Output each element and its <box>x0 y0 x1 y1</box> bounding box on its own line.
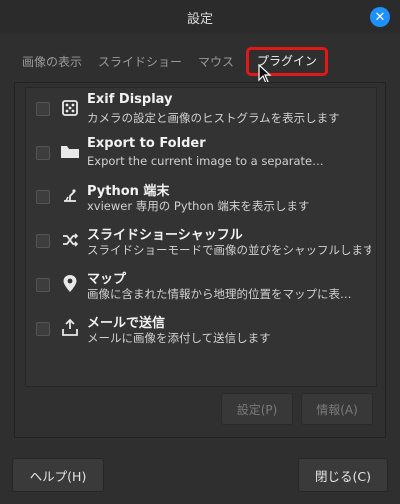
send-mail-icon <box>58 316 82 340</box>
plugin-info-button[interactable]: 情報(A) <box>301 393 373 425</box>
shuffle-icon <box>58 228 82 252</box>
plugin-checkbox[interactable] <box>36 234 50 248</box>
window-title: 設定 <box>186 11 213 27</box>
plugin-description: スライドショーモードで画像の並びをシャッフルします <box>87 243 371 257</box>
plugin-description: Export the current image to a separate… <box>87 154 324 168</box>
plugin-checkbox[interactable] <box>36 322 50 336</box>
plugin-checkbox[interactable] <box>36 190 50 204</box>
plugin-settings-button[interactable]: 設定(P) <box>221 393 293 425</box>
plugin-item-python[interactable]: Python 端末 xviewer 専用の Python 端末を表示します <box>26 176 376 220</box>
plugin-list: Exif Display カメラの設定と画像のヒストグラムを表示します Expo… <box>25 87 377 387</box>
tab-bar: 画像の表示 スライドショー マウス プラグイン <box>14 46 329 76</box>
tab-slideshow[interactable]: スライドショー <box>90 48 190 76</box>
python-terminal-icon <box>58 184 82 208</box>
plugin-item-exif[interactable]: Exif Display カメラの設定と画像のヒストグラムを表示します <box>26 88 376 132</box>
plugin-name: Export to Folder <box>87 136 206 151</box>
close-button[interactable]: 閉じる(C) <box>298 458 388 492</box>
title-bar: 設定 ✕ <box>0 0 400 34</box>
plugin-description: カメラの設定と画像のヒストグラムを表示します <box>87 111 340 125</box>
plugin-description: xviewer 専用の Python 端末を表示します <box>87 199 310 213</box>
plugin-checkbox[interactable] <box>36 146 50 160</box>
plugin-description: 画像に含まれた情報から地理的位置をマップに表… <box>87 287 352 301</box>
plugin-checkbox[interactable] <box>36 102 50 116</box>
exif-icon <box>58 96 82 120</box>
plugin-name: メールで送信 <box>87 316 166 331</box>
plugins-panel: Exif Display カメラの設定と画像のヒストグラムを表示します Expo… <box>14 82 386 438</box>
plugin-item-shuffle[interactable]: スライドショーシャッフル スライドショーモードで画像の並びをシャッフルします <box>26 220 376 264</box>
map-pin-icon <box>58 272 82 296</box>
plugin-name: Python 端末 <box>87 184 170 199</box>
plugin-checkbox[interactable] <box>36 278 50 292</box>
plugin-name: Exif Display <box>87 92 173 107</box>
plugin-name: スライドショーシャッフル <box>87 228 243 243</box>
tab-mouse[interactable]: マウス <box>190 48 242 76</box>
plugin-name: マップ <box>87 272 127 287</box>
folder-icon <box>58 140 82 164</box>
close-icon[interactable]: ✕ <box>370 7 390 27</box>
help-button[interactable]: ヘルプ(H) <box>12 458 104 492</box>
plugin-description: メールに画像を添付して送信します <box>87 331 271 345</box>
plugin-item-export[interactable]: Export to Folder Export the current imag… <box>26 132 376 176</box>
plugin-item-map[interactable]: マップ 画像に含まれた情報から地理的位置をマップに表… <box>26 264 376 308</box>
tab-image-display[interactable]: 画像の表示 <box>14 48 90 76</box>
plugin-item-send-mail[interactable]: メールで送信 メールに画像を添付して送信します <box>26 308 376 352</box>
